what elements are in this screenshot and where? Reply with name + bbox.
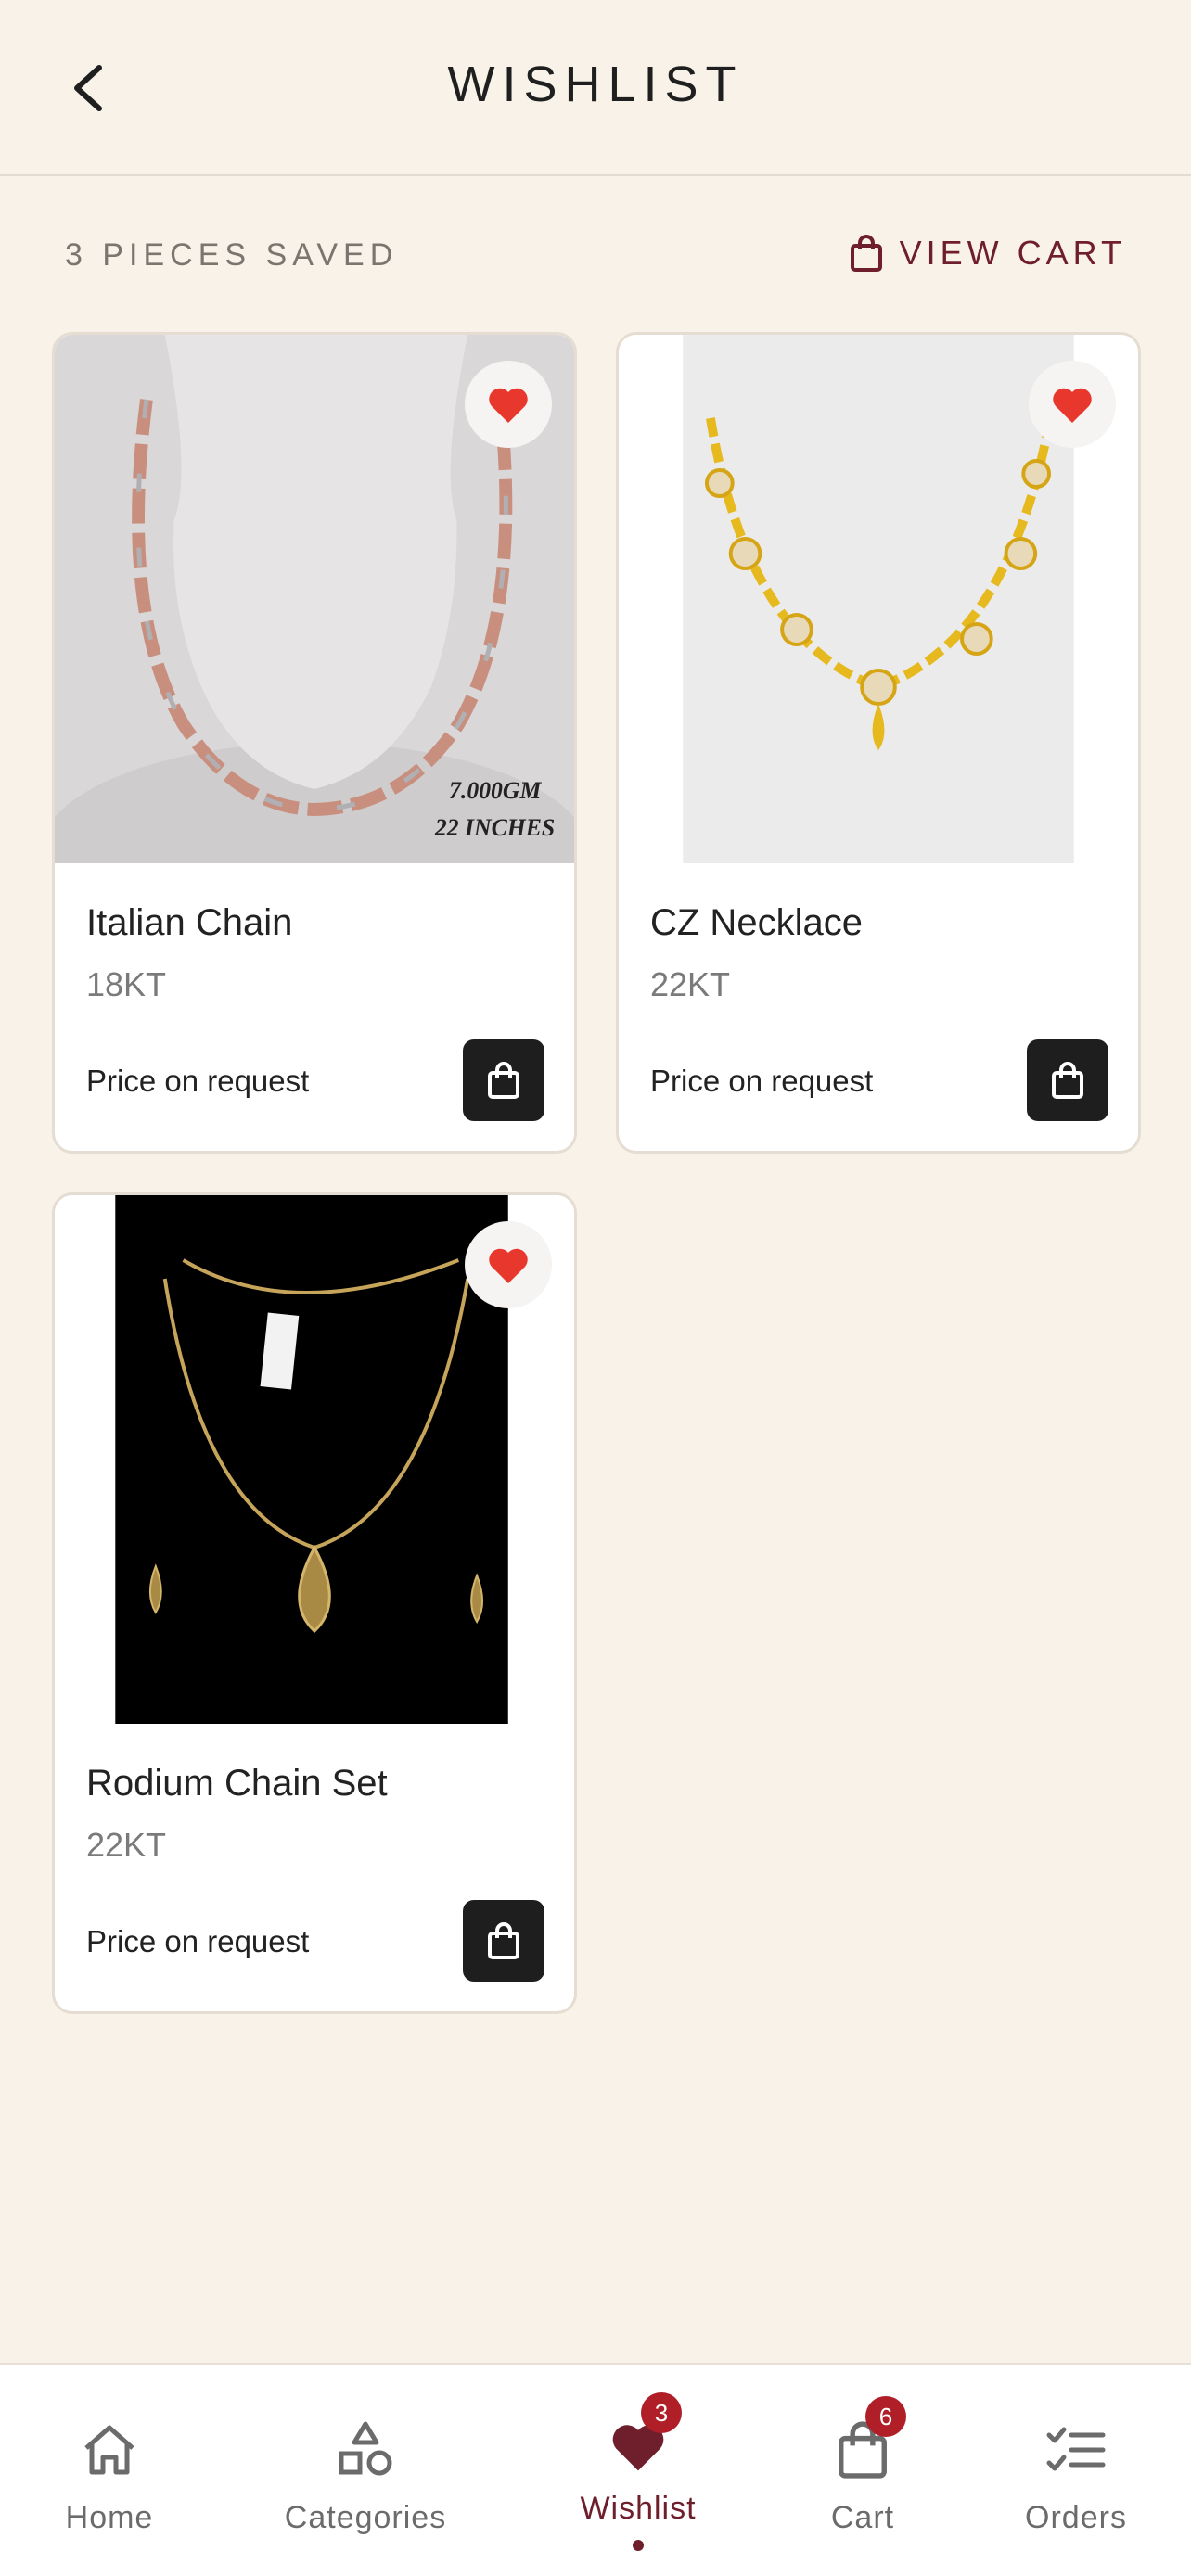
shopping-bag-icon	[850, 235, 882, 272]
product-karat: 22KT	[86, 1826, 167, 1864]
active-indicator	[633, 2540, 644, 2551]
product-karat: 18KT	[86, 965, 167, 1003]
heart-icon	[489, 1248, 528, 1283]
shopping-bag-icon	[488, 1922, 519, 1959]
image-length-label: 22 INCHES	[434, 814, 555, 841]
product-name: Italian Chain	[86, 902, 293, 943]
heart-icon	[489, 388, 528, 423]
product-card[interactable]: 7.000GM 22 INCHES Italian Chain 18KT Pri…	[52, 332, 577, 1154]
add-to-cart-button[interactable]	[463, 1900, 544, 1982]
nav-label: Wishlist	[580, 2491, 697, 2526]
nav-item-cart[interactable]: 6 Cart	[770, 2365, 955, 2576]
favorite-button[interactable]	[465, 361, 552, 448]
home-icon	[84, 2425, 134, 2475]
add-to-cart-button[interactable]	[463, 1039, 544, 1121]
shopping-bag-icon	[488, 1062, 519, 1099]
cart-badge: 6	[865, 2396, 906, 2437]
page-title: WISHLIST	[447, 57, 744, 112]
product-name: Rodium Chain Set	[86, 1763, 388, 1804]
nav-item-wishlist[interactable]: 3 Wishlist	[545, 2365, 731, 2576]
nav-item-categories[interactable]: Categories	[273, 2365, 458, 2576]
heart-icon	[1053, 388, 1092, 423]
product-price: Price on request	[650, 1064, 874, 1098]
app-header: WISHLIST	[0, 0, 1191, 176]
bottom-nav: Home Categories 3 Wishlist 6 Cart Orders	[0, 2363, 1191, 2576]
shapes-icon	[339, 2421, 392, 2476]
nav-item-home[interactable]: Home	[17, 2365, 202, 2576]
nav-label: Orders	[1025, 2500, 1127, 2535]
shopping-bag-icon	[1052, 1062, 1083, 1099]
view-cart-button[interactable]: VIEW CART	[850, 234, 1126, 273]
checklist-icon	[1046, 2427, 1106, 2471]
nav-label: Cart	[830, 2500, 895, 2535]
nav-label: Home	[65, 2500, 154, 2535]
favorite-button[interactable]	[465, 1221, 552, 1308]
favorite-button[interactable]	[1029, 361, 1116, 448]
add-to-cart-button[interactable]	[1027, 1039, 1108, 1121]
saved-count: 3 PIECES SAVED	[65, 237, 399, 273]
product-price: Price on request	[86, 1064, 310, 1098]
product-price: Price on request	[86, 1924, 310, 1958]
product-name: CZ Necklace	[650, 902, 863, 943]
product-karat: 22KT	[650, 965, 731, 1003]
wishlist-badge: 3	[641, 2392, 682, 2433]
product-card[interactable]: CZ Necklace 22KT Price on request	[616, 332, 1141, 1154]
product-card[interactable]: Rodium Chain Set 22KT Price on request	[52, 1192, 577, 2014]
nav-label: Categories	[284, 2500, 447, 2535]
nav-item-orders[interactable]: Orders	[983, 2365, 1169, 2576]
image-weight-label: 7.000GM	[449, 777, 542, 804]
view-cart-label: VIEW CART	[899, 234, 1126, 272]
